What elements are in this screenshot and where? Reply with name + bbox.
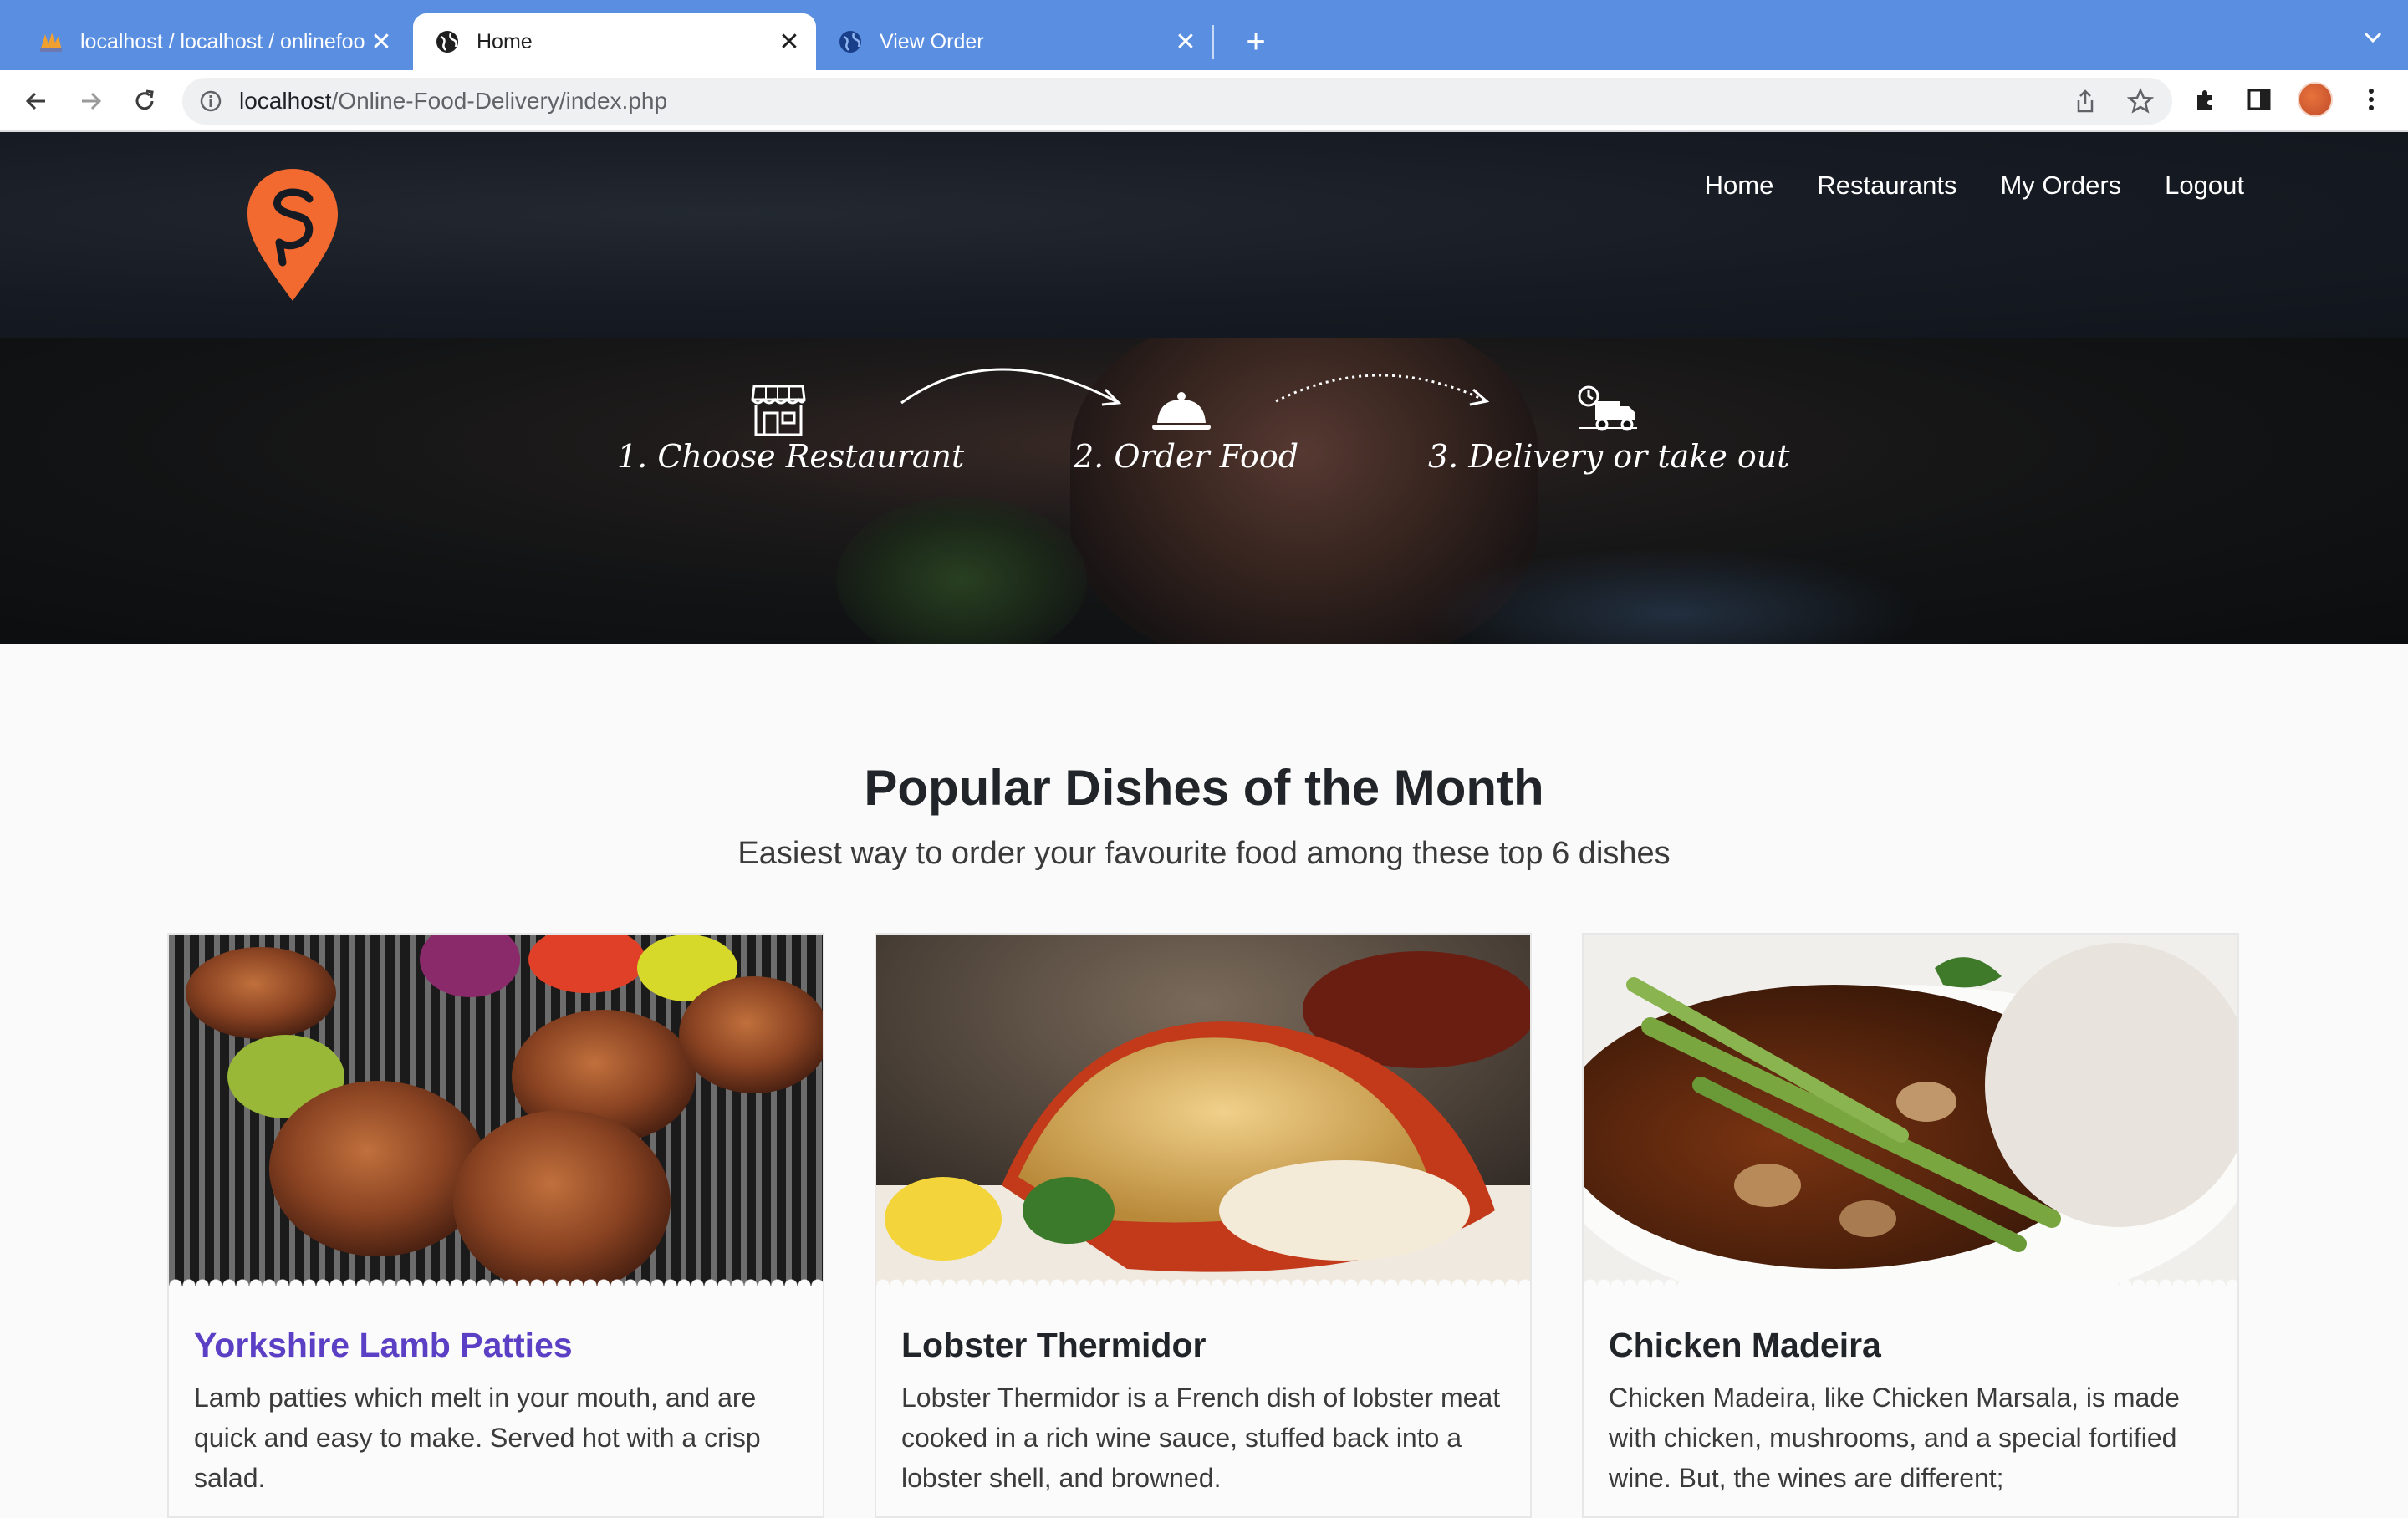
hero-step-delivery: 3. Delivery or take out <box>1428 438 1790 475</box>
delivery-truck-icon <box>1578 385 1637 431</box>
address-bar[interactable]: localhost/Online-Food-Delivery/index.php <box>182 78 2172 125</box>
new-tab-button[interactable]: + <box>1236 22 1276 62</box>
extensions-puzzle-icon[interactable] <box>2191 84 2221 115</box>
forward-button[interactable] <box>72 82 110 120</box>
back-button[interactable] <box>17 82 55 120</box>
dish-name-link[interactable]: Chicken Madeira <box>1609 1326 1881 1365</box>
tab-phpmyadmin[interactable]: localhost / localhost / onlinefoo ✕ <box>17 13 408 70</box>
section-subtitle: Easiest way to order your favourite food… <box>737 836 1671 871</box>
dish-image-lobster[interactable] <box>876 935 1530 1286</box>
curved-arrow-icon <box>900 368 1122 406</box>
tab-view-order[interactable]: View Order ✕ <box>816 13 1212 70</box>
url-path: /Online-Food-Delivery/index.php <box>331 88 668 114</box>
hero-banner: 1. Choose Restaurant 2. Order Food 3. De… <box>0 338 2408 644</box>
hero-step-choose-restaurant: 1. Choose Restaurant <box>617 438 965 475</box>
dish-image-lamb-patties[interactable] <box>169 935 823 1286</box>
browser-menu-kebab-icon[interactable] <box>2356 84 2386 115</box>
bookmark-star-icon[interactable] <box>2125 86 2155 116</box>
hero-background-glow <box>1421 547 1923 644</box>
site-header: Home Restaurants My Orders Logout <box>0 132 2408 338</box>
browser-toolbar: localhost/Online-Food-Delivery/index.php <box>0 70 2408 132</box>
storefront-icon <box>751 385 806 436</box>
dish-image-chicken-madeira[interactable] <box>1584 935 2237 1286</box>
hero-background-leaf <box>836 497 1087 644</box>
phpmyadmin-icon <box>38 29 64 54</box>
reload-button[interactable] <box>125 82 164 120</box>
dish-card[interactable]: Lobster Thermidor Lobster Thermidor is a… <box>875 933 1532 1518</box>
profile-avatar[interactable] <box>2298 82 2333 117</box>
tab-home[interactable]: Home ✕ <box>413 13 816 70</box>
food-cloche-icon <box>1152 392 1211 430</box>
dish-description: Lamb patties which melt in your mouth, a… <box>194 1383 761 1493</box>
dish-name-link[interactable]: Lobster Thermidor <box>901 1326 1206 1365</box>
tab-title: View Order <box>880 29 984 53</box>
nav-restaurants[interactable]: Restaurants <box>1817 171 1956 201</box>
dish-description: Lobster Thermidor is a French dish of lo… <box>901 1383 1501 1493</box>
nav-my-orders[interactable]: My Orders <box>2000 171 2121 201</box>
side-panel-icon[interactable] <box>2244 84 2274 115</box>
dish-name-link[interactable]: Yorkshire Lamb Patties <box>194 1326 573 1365</box>
globe-icon <box>435 29 460 54</box>
nav-home[interactable]: Home <box>1705 171 1774 201</box>
url-text: localhost/Online-Food-Delivery/index.php <box>239 88 667 115</box>
dish-description: Chicken Madeira, like Chicken Marsala, i… <box>1609 1383 2180 1493</box>
main-nav: Home Restaurants My Orders Logout <box>1705 171 2244 201</box>
close-tab-icon[interactable]: ✕ <box>1171 27 1201 57</box>
site-info-icon[interactable] <box>199 89 222 113</box>
section-title: Popular Dishes of the Month <box>864 760 1544 816</box>
nav-logout[interactable]: Logout <box>2165 171 2244 201</box>
dotted-arrow-icon <box>1275 374 1490 406</box>
tab-title: Home <box>477 29 533 53</box>
globe-icon <box>838 29 863 54</box>
tab-title: localhost / localhost / onlinefoo <box>80 29 365 53</box>
tab-separator <box>1212 25 1214 59</box>
hero-step-order-food: 2. Order Food <box>1074 438 1299 475</box>
tab-search-chevron-icon[interactable] <box>2363 23 2383 50</box>
browser-tab-bar: localhost / localhost / onlinefoo ✕ Home… <box>0 0 2408 70</box>
url-host: localhost <box>239 88 332 114</box>
dish-card[interactable]: Chicken Madeira Chicken Madeira, like Ch… <box>1582 933 2239 1518</box>
close-tab-icon[interactable]: ✕ <box>774 27 804 57</box>
brand-logo-icon[interactable] <box>242 166 343 303</box>
dish-card[interactable]: Yorkshire Lamb Patties Lamb patties whic… <box>167 933 824 1518</box>
close-tab-icon[interactable]: ✕ <box>366 27 396 57</box>
share-icon[interactable] <box>2070 86 2100 116</box>
